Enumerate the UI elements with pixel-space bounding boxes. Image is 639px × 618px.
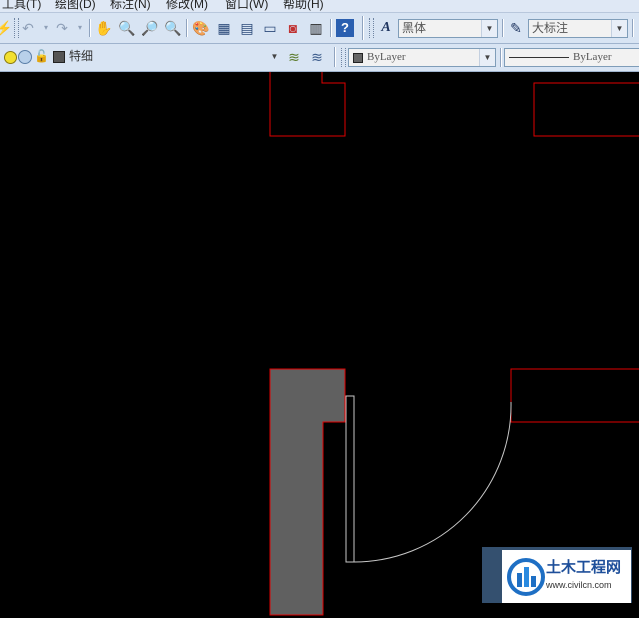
watermark-title: 土木工程网	[546, 559, 622, 576]
linetype-control-select[interactable]: ByLayer	[504, 48, 639, 67]
chevron-down-icon: ▼	[270, 52, 279, 61]
menu-window[interactable]: 窗口(W)	[225, 0, 268, 12]
watermark-url: www.civilcn.com	[546, 580, 612, 590]
separator	[502, 19, 504, 37]
chevron-down-icon: ▼	[481, 20, 497, 37]
layer-select[interactable]: 特细 ▼	[66, 48, 282, 67]
pan-icon[interactable]: ✋	[94, 18, 114, 38]
chevron-down-icon: ▼	[479, 49, 495, 66]
sheet-set-icon[interactable]: ▭	[260, 18, 280, 38]
zoom-previous-icon[interactable]: 🔍	[163, 18, 183, 38]
separator	[89, 19, 91, 37]
make-object-layer-current-icon[interactable]: ≋	[284, 47, 304, 67]
undo-icon[interactable]: ↶	[18, 18, 38, 38]
zoom-window-icon[interactable]: 🔎	[140, 18, 160, 38]
menu-dimension[interactable]: 标注(N)	[110, 0, 151, 12]
zoom-realtime-icon[interactable]: 🔍	[117, 18, 137, 38]
text-style-icon[interactable]: A	[376, 18, 396, 38]
dim-style-select[interactable]: 大标注 ▼	[528, 19, 628, 38]
color-value: ByLayer	[367, 51, 406, 63]
drawing-canvas[interactable]	[0, 72, 639, 618]
standard-toolbar: ⚡ ↶ ▾ ↷ ▾ ✋ 🔍 🔎 🔍 🎨 ▦ ▤ ▭ ◙ ▥ ? A 黑体 ▼ ✎…	[0, 13, 639, 44]
layer-freeze-icon[interactable]	[18, 50, 32, 64]
redo-icon[interactable]: ↷	[52, 18, 72, 38]
text-style-value: 黑体	[402, 21, 427, 35]
toolbar-grip[interactable]	[341, 48, 346, 67]
help-icon[interactable]: ?	[336, 19, 354, 37]
properties-icon[interactable]: 🎨	[191, 18, 211, 38]
layer-on-icon[interactable]	[4, 51, 17, 64]
separator	[632, 19, 634, 37]
chevron-down-icon: ▼	[611, 20, 627, 37]
color-swatch-icon	[353, 53, 363, 63]
menu-tools[interactable]: 工具(T)	[2, 0, 41, 12]
layers-toolbar: 🔓 特细 ▼ ≋ ≋ ByLayer ▼ ByLayer	[0, 44, 639, 72]
design-center-icon[interactable]: ▦	[214, 18, 234, 38]
toolbar-grip[interactable]	[369, 18, 374, 38]
menu-modify[interactable]: 修改(M)	[166, 0, 208, 12]
menu-help[interactable]: 帮助(H)	[283, 0, 324, 12]
separator	[500, 48, 502, 67]
dim-style-icon[interactable]: ✎	[506, 18, 526, 38]
watermark-logo: 土木工程网 www.civilcn.com	[502, 550, 631, 603]
layer-color-swatch[interactable]	[53, 51, 65, 63]
text-style-select[interactable]: 黑体 ▼	[398, 19, 498, 38]
linetype-sample	[509, 57, 569, 58]
lightning-icon[interactable]: ⚡	[0, 18, 14, 38]
markup-icon[interactable]: ◙	[283, 18, 303, 38]
layer-lock-icon[interactable]: 🔓	[34, 49, 49, 63]
separator	[330, 19, 332, 37]
tool-palettes-icon[interactable]: ▤	[237, 18, 257, 38]
redo-dropdown-icon[interactable]: ▾	[70, 18, 90, 38]
layer-previous-icon[interactable]: ≋	[307, 47, 327, 67]
color-control-select[interactable]: ByLayer ▼	[348, 48, 496, 67]
separator	[186, 19, 188, 37]
separator	[362, 16, 364, 40]
calculator-icon[interactable]: ▥	[306, 18, 326, 38]
linetype-value: ByLayer	[573, 51, 612, 63]
separator	[334, 47, 336, 67]
dim-style-value: 大标注	[532, 21, 569, 35]
layer-name: 特细	[69, 49, 94, 63]
civil-logo-icon	[507, 558, 545, 596]
menu-draw[interactable]: 绘图(D)	[55, 0, 96, 12]
menu-bar: 工具(T) 绘图(D) 标注(N) 修改(M) 窗口(W) 帮助(H)	[0, 0, 639, 13]
